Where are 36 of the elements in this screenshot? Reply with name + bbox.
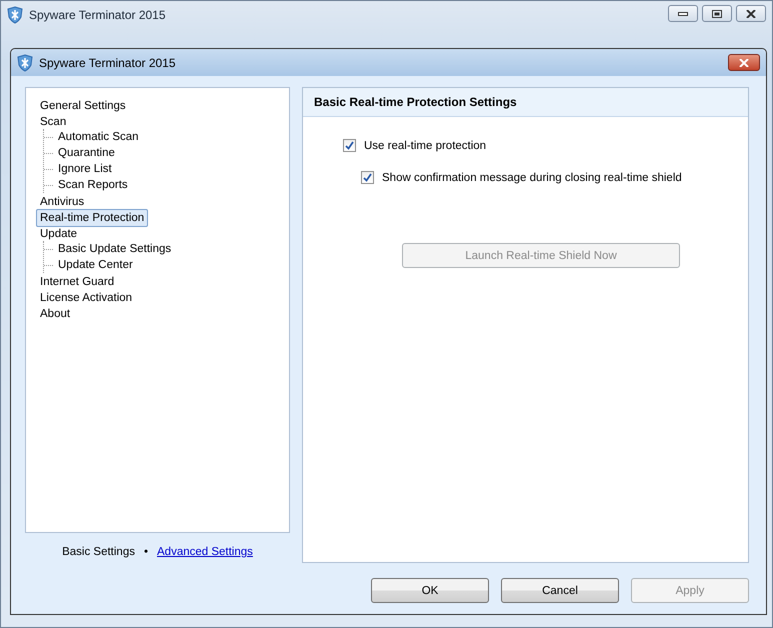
- close-icon: [739, 58, 749, 66]
- checkbox-label: Show confirmation message during closing real-time shield: [382, 172, 682, 184]
- checkbox[interactable]: [361, 171, 374, 184]
- dialog-button[interactable]: OK: [371, 578, 489, 603]
- dialog-title: Spyware Terminator 2015: [39, 56, 177, 70]
- shield-icon: [17, 54, 33, 72]
- restore-icon: [712, 10, 722, 18]
- tree-item[interactable]: Quarantine: [54, 144, 119, 162]
- tree-item[interactable]: Scan: [36, 113, 70, 131]
- close-button[interactable]: [736, 5, 766, 22]
- current-mode-label: Basic Settings: [62, 546, 135, 558]
- tree-item[interactable]: Update: [36, 225, 82, 243]
- tree-item[interactable]: General Settings: [36, 97, 130, 115]
- tree-item[interactable]: Internet Guard: [36, 273, 118, 291]
- tree-item[interactable]: Real-time Protection: [36, 209, 148, 227]
- tree-item[interactable]: Automatic Scan: [54, 128, 143, 146]
- minimize-icon: [678, 12, 688, 16]
- checkbox[interactable]: [343, 139, 356, 152]
- tree-item[interactable]: Update Center: [54, 256, 137, 274]
- tree-item[interactable]: Scan Reports: [54, 176, 132, 194]
- minimize-button[interactable]: [668, 5, 698, 22]
- tree-item[interactable]: About: [36, 305, 74, 323]
- close-button[interactable]: [728, 54, 760, 71]
- separator-dot: •: [144, 546, 148, 558]
- shield-icon: [7, 6, 23, 24]
- advanced-settings-link[interactable]: Advanced Settings: [157, 546, 253, 558]
- tree-item[interactable]: Basic Update Settings: [54, 240, 176, 258]
- tree-item[interactable]: License Activation: [36, 289, 136, 307]
- window-title: Spyware Terminator 2015: [29, 8, 167, 22]
- close-icon: [746, 10, 756, 18]
- dialog-button[interactable]: Cancel: [501, 578, 619, 603]
- checkbox-label: Use real-time protection: [364, 140, 486, 152]
- panel-title: Basic Real-time Protection Settings: [303, 88, 748, 117]
- tree-item[interactable]: Antivirus: [36, 193, 88, 211]
- restore-button[interactable]: [702, 5, 732, 22]
- tree-item[interactable]: Ignore List: [54, 160, 116, 178]
